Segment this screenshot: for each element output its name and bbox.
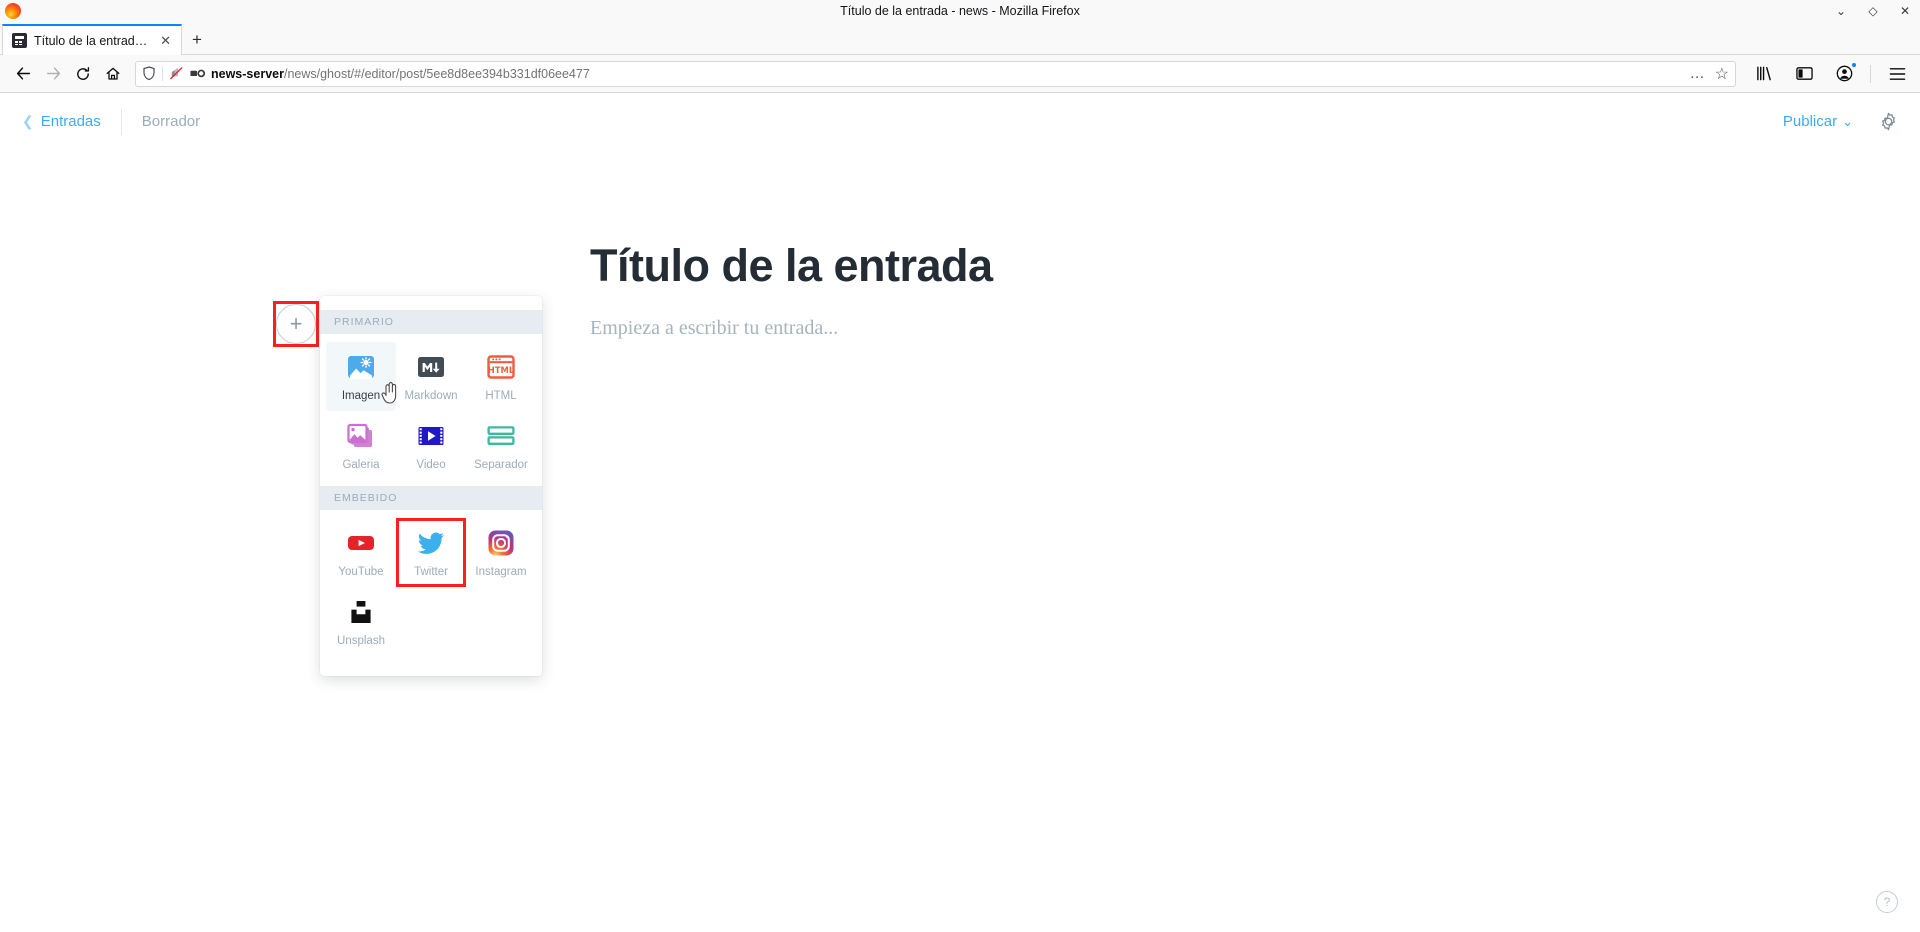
bookmark-star-icon[interactable]: ☆ — [1715, 64, 1729, 84]
tracking-protection-off-icon[interactable] — [169, 66, 184, 81]
card-menu-item-twitter[interactable]: Twitter — [396, 518, 466, 587]
post-editor: Título de la entrada Empieza a escribir … — [0, 150, 1920, 340]
page-actions-button[interactable]: … — [1690, 65, 1706, 82]
card-menu-item-imagen[interactable]: Imagen — [326, 342, 396, 411]
youtube-card-icon — [347, 529, 375, 557]
url-bar[interactable]: news-server/news/ghost/#/editor/post/5ee… — [135, 61, 1736, 87]
card-menu-item-instagram[interactable]: Instagram — [466, 518, 536, 587]
card-menu-item-label: Instagram — [475, 566, 526, 578]
card-menu-item-label: Twitter — [414, 566, 448, 578]
divider-card-icon — [487, 422, 515, 450]
firefox-logo-icon — [5, 3, 21, 19]
sidebar-icon[interactable] — [1790, 60, 1818, 88]
url-host: news-server — [211, 67, 284, 81]
gallery-card-icon — [347, 422, 375, 450]
post-title[interactable]: Título de la entrada — [590, 240, 1330, 292]
library-icon[interactable] — [1750, 60, 1778, 88]
publish-label: Publicar — [1783, 113, 1837, 130]
hamburger-menu-icon[interactable] — [1883, 60, 1911, 88]
instagram-card-icon — [487, 529, 515, 557]
card-menu-item-galeria[interactable]: Galeria — [326, 411, 396, 480]
card-menu-item-label: Unsplash — [337, 635, 385, 647]
html-card-icon: HTML — [487, 353, 515, 381]
card-menu-grid: Imagen Markdown HTML HTML Galeria Video Separa… — [320, 334, 542, 486]
card-menu: PRIMARIO Imagen Markdown HTML HTML Galeria Vid… — [320, 296, 542, 676]
card-menu-item-youtube[interactable]: YouTube — [326, 518, 396, 587]
card-menu-item-label: YouTube — [338, 566, 383, 578]
add-card-highlight-box: + — [273, 301, 319, 347]
maximize-icon[interactable]: ◇ — [1866, 0, 1880, 22]
card-menu-item-video[interactable]: Video — [396, 411, 466, 480]
svg-text:HTML: HTML — [488, 365, 515, 375]
publish-button[interactable]: Publicar ⌄ — [1783, 113, 1853, 130]
card-menu-item-separador[interactable]: Separador — [466, 411, 536, 480]
window-title: Título de la entrada - news - Mozilla Fi… — [0, 0, 1920, 22]
card-menu-item-label: Separador — [474, 459, 528, 471]
tab-title: Título de la entrada - news — [34, 34, 151, 48]
chevron-left-icon: ❮ — [22, 113, 34, 130]
editor-header: ❮ Entradas Borrador Publicar ⌄ — [0, 93, 1920, 150]
browser-tab[interactable]: Título de la entrada - news ✕ — [2, 24, 182, 55]
new-tab-button[interactable]: + — [182, 24, 212, 55]
card-menu-item-markdown[interactable]: Markdown — [396, 342, 466, 411]
post-status-label: Borrador — [122, 113, 200, 130]
ghost-editor-app: ❮ Entradas Borrador Publicar ⌄ Título de… — [0, 93, 1920, 931]
card-menu-sections: PRIMARIO Imagen Markdown HTML HTML Galeria Vid… — [320, 310, 542, 662]
back-to-posts-label: Entradas — [41, 113, 101, 130]
card-menu-item-label: Galeria — [342, 459, 379, 471]
card-menu-item-html[interactable]: HTML HTML — [466, 342, 536, 411]
tab-close-icon[interactable]: ✕ — [158, 33, 173, 49]
unsplash-card-icon — [347, 598, 375, 626]
forward-button[interactable] — [39, 60, 67, 88]
card-menu-item-label: HTML — [485, 390, 516, 402]
account-icon[interactable] — [1830, 60, 1858, 88]
shield-icon[interactable] — [142, 66, 156, 81]
minimize-icon[interactable]: ⌄ — [1834, 0, 1848, 22]
url-divider — [162, 66, 163, 81]
toolbar-end-buttons — [1744, 60, 1911, 88]
chevron-down-icon: ⌄ — [1842, 114, 1853, 130]
url-path: /news/ghost/#/editor/post/5ee8d8ee394b33… — [284, 67, 590, 81]
url-text[interactable]: news-server/news/ghost/#/editor/post/5ee… — [211, 67, 1684, 81]
tab-strip: Título de la entrada - news ✕ + — [0, 22, 1920, 55]
navigation-toolbar: news-server/news/ghost/#/editor/post/5ee… — [0, 55, 1920, 93]
back-button[interactable] — [9, 60, 37, 88]
add-card-button[interactable]: + — [276, 304, 316, 344]
card-menu-item-label: Imagen — [342, 390, 380, 402]
key-icon[interactable] — [190, 68, 205, 79]
video-card-icon — [417, 422, 445, 450]
card-menu-top-spacer — [320, 296, 542, 310]
markdown-card-icon — [417, 353, 445, 381]
image-card-icon — [347, 353, 375, 381]
help-button[interactable]: ? — [1876, 891, 1898, 913]
browser-titlebar: Título de la entrada - news - Mozilla Fi… — [0, 0, 1920, 22]
card-menu-section-title: EMBEBIDO — [320, 486, 542, 510]
toolbar-divider — [1870, 65, 1871, 83]
card-menu-grid: YouTube Twitter Instagram Unsplash — [320, 510, 542, 662]
settings-gear-icon[interactable] — [1879, 112, 1898, 131]
back-to-posts-link[interactable]: ❮ Entradas — [22, 113, 121, 130]
account-notification-dot — [1851, 62, 1857, 68]
twitter-card-icon — [417, 529, 445, 557]
card-menu-item-unsplash[interactable]: Unsplash — [326, 587, 396, 656]
window-controls: ⌄ ◇ ✕ — [1834, 0, 1912, 22]
reload-button[interactable] — [69, 60, 97, 88]
card-menu-item-label: Markdown — [404, 390, 457, 402]
card-menu-item-label: Video — [416, 459, 445, 471]
ghost-favicon-icon — [12, 33, 27, 48]
home-button[interactable] — [99, 60, 127, 88]
post-body-placeholder[interactable]: Empieza a escribir tu entrada... — [590, 317, 1330, 340]
card-menu-section-title: PRIMARIO — [320, 310, 542, 334]
close-icon[interactable]: ✕ — [1898, 0, 1912, 22]
